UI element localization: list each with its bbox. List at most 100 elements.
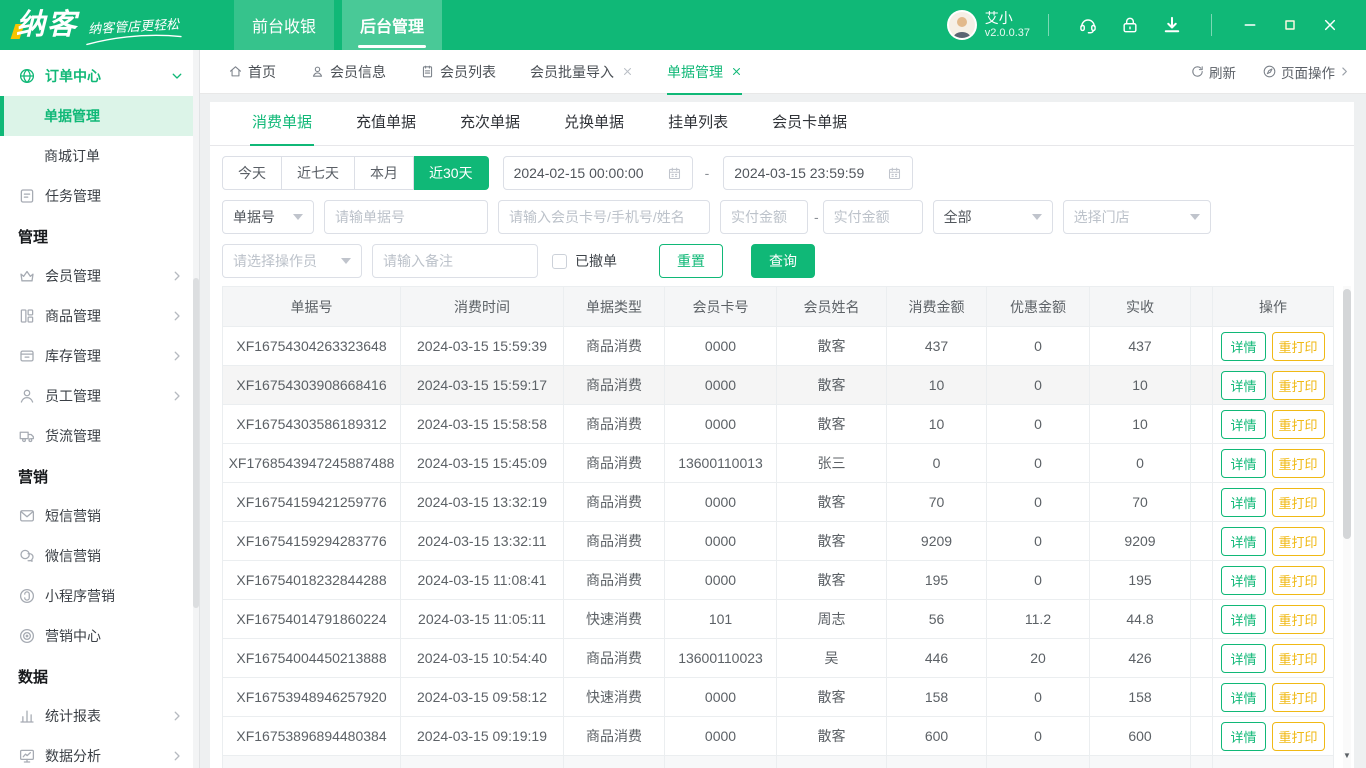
reprint-button[interactable]: 重打印 — [1272, 722, 1325, 751]
detail-button[interactable]: 详情 — [1221, 332, 1265, 361]
close-tab-icon[interactable] — [731, 66, 742, 77]
amount-min-input[interactable] — [720, 200, 808, 234]
maximize-button[interactable] — [1282, 17, 1298, 33]
amount-max-input[interactable] — [823, 200, 923, 234]
reprint-button[interactable]: 重打印 — [1272, 410, 1325, 439]
avatar-head — [957, 17, 967, 27]
detail-button[interactable]: 详情 — [1221, 371, 1265, 400]
bill-no-type-select[interactable]: 单据号 — [222, 200, 314, 234]
reprint-button[interactable]: 重打印 — [1272, 605, 1325, 634]
detail-button[interactable]: 详情 — [1221, 527, 1265, 556]
date-from-input[interactable]: 2024-02-15 00:00:00 — [503, 156, 693, 190]
quick-range-today[interactable]: 今天 — [222, 156, 282, 190]
page-tab-member-list[interactable]: 会员列表 — [420, 50, 496, 94]
detail-button[interactable]: 详情 — [1221, 605, 1265, 634]
sidebar-scrollbar[interactable] — [193, 50, 199, 768]
close-tab-icon[interactable] — [622, 66, 633, 77]
user-icon — [310, 64, 325, 79]
minimize-button[interactable] — [1242, 17, 1258, 33]
operator-select[interactable]: 请选择操作员 — [222, 244, 362, 278]
sidebar-item-bill-management[interactable]: 单据管理 — [0, 96, 199, 136]
content-tab-exchange-bills[interactable]: 兑换单据 — [564, 111, 624, 145]
cancelled-checkbox[interactable] — [552, 254, 567, 269]
download-icon[interactable] — [1162, 15, 1182, 35]
filter-row-search: 单据号 - 全部 选择门店 — [222, 200, 1342, 234]
close-button[interactable] — [1322, 17, 1338, 33]
lock-icon[interactable] — [1120, 15, 1140, 35]
table-cell: 散客 — [777, 327, 887, 366]
top-nav-backstage[interactable]: 后台管理 — [342, 0, 442, 50]
sidebar-item-inventory-management[interactable]: 库存管理 — [0, 336, 199, 376]
search-button[interactable]: 查询 — [751, 244, 815, 278]
content-tab-pending-orders[interactable]: 挂单列表 — [668, 111, 728, 145]
sidebar-item-wechat-marketing[interactable]: 微信营销 — [0, 536, 199, 576]
reset-button[interactable]: 重置 — [659, 244, 723, 278]
page-tab-member-info[interactable]: 会员信息 — [310, 50, 386, 94]
top-nav-cashier[interactable]: 前台收银 — [234, 0, 334, 50]
detail-button[interactable]: 详情 — [1221, 488, 1265, 517]
sidebar-scrollbar-thumb[interactable] — [193, 278, 199, 608]
sidebar-item-mall-orders[interactable]: 商城订单 — [0, 136, 199, 176]
remark-input[interactable] — [372, 244, 538, 278]
content-tab-times-bills[interactable]: 充次单据 — [460, 111, 520, 145]
reprint-button[interactable]: 重打印 — [1272, 527, 1325, 556]
actions-cell: 详情重打印 — [1213, 717, 1334, 756]
page-operations-action[interactable]: 页面操作 — [1262, 62, 1350, 82]
table-cell: 0 — [987, 327, 1090, 366]
sidebar-item-marketing-center[interactable]: 营销中心 — [0, 616, 199, 656]
reprint-button[interactable]: 重打印 — [1272, 371, 1325, 400]
page-tab-member-batch-import[interactable]: 会员批量导入 — [530, 50, 633, 94]
bill-no-input[interactable] — [324, 200, 488, 234]
sidebar-item-sms-marketing[interactable]: 短信营销 — [0, 496, 199, 536]
refresh-action[interactable]: 刷新 — [1190, 62, 1236, 82]
status-select[interactable]: 全部 — [933, 200, 1053, 234]
task-icon — [18, 187, 36, 205]
sidebar-item-statistics-report[interactable]: 统计报表 — [0, 696, 199, 736]
date-to-input[interactable]: 2024-03-15 23:59:59 — [723, 156, 913, 190]
table-scrollbar[interactable]: ▼ — [1343, 286, 1351, 768]
table-scrollbar-thumb[interactable] — [1343, 289, 1351, 539]
table-cell: 商品消费 — [564, 561, 665, 600]
quick-range-last-7-days[interactable]: 近七天 — [282, 156, 355, 190]
sidebar-item-product-management[interactable]: 商品管理 — [0, 296, 199, 336]
date-to-value: 2024-03-15 23:59:59 — [734, 165, 864, 181]
quick-range-this-month[interactable]: 本月 — [355, 156, 414, 190]
sidebar-item-logistics-management[interactable]: 货流管理 — [0, 416, 199, 456]
detail-button[interactable]: 详情 — [1221, 566, 1265, 595]
reprint-button[interactable]: 重打印 — [1272, 332, 1325, 361]
member-search-input[interactable] — [498, 200, 710, 234]
sidebar-item-staff-management[interactable]: 员工管理 — [0, 376, 199, 416]
detail-button[interactable]: 详情 — [1221, 410, 1265, 439]
content-tab-recharge-bills[interactable]: 充值单据 — [356, 111, 416, 145]
sidebar-item-data-analysis[interactable]: 数据分析 — [0, 736, 199, 768]
detail-button[interactable]: 详情 — [1221, 722, 1265, 751]
customer-service-icon[interactable] — [1078, 15, 1098, 35]
spacer-cell — [1191, 522, 1213, 561]
quick-range-last-30-days[interactable]: 近30天 — [414, 156, 489, 190]
content-tab-member-card-bills[interactable]: 会员卡单据 — [772, 111, 847, 145]
spacer-cell — [1191, 561, 1213, 600]
table-cell: 2024-03-15 15:45:09 — [401, 444, 564, 483]
table-cell: XF16754159421259776 — [223, 483, 401, 522]
sidebar-item-order-center[interactable]: 订单中心 — [0, 56, 199, 96]
content-tab-consume-bills[interactable]: 消费单据 — [252, 111, 312, 145]
reprint-button[interactable]: 重打印 — [1272, 644, 1325, 673]
sidebar-item-task-management[interactable]: 任务管理 — [0, 176, 199, 216]
sidebar-item-miniprogram-marketing[interactable]: 小程序营销 — [0, 576, 199, 616]
detail-button[interactable]: 详情 — [1221, 644, 1265, 673]
scroll-down-arrow[interactable]: ▼ — [1342, 752, 1352, 760]
avatar[interactable] — [947, 10, 977, 40]
partial-next-row — [223, 756, 1334, 768]
detail-button[interactable]: 详情 — [1221, 449, 1265, 478]
page-tab-bill-management[interactable]: 单据管理 — [667, 50, 742, 94]
page-tab-home[interactable]: 首页 — [228, 50, 276, 94]
reprint-button[interactable]: 重打印 — [1272, 683, 1325, 712]
sidebar-item-member-management[interactable]: 会员管理 — [0, 256, 199, 296]
store-select[interactable]: 选择门店 — [1063, 200, 1211, 234]
reprint-button[interactable]: 重打印 — [1272, 488, 1325, 517]
bill-type-tabs: 消费单据 充值单据 充次单据 兑换单据 挂单列表 会员卡单据 — [210, 102, 1354, 146]
reprint-button[interactable]: 重打印 — [1272, 566, 1325, 595]
detail-button[interactable]: 详情 — [1221, 683, 1265, 712]
table-cell: 0000 — [665, 561, 777, 600]
reprint-button[interactable]: 重打印 — [1272, 449, 1325, 478]
